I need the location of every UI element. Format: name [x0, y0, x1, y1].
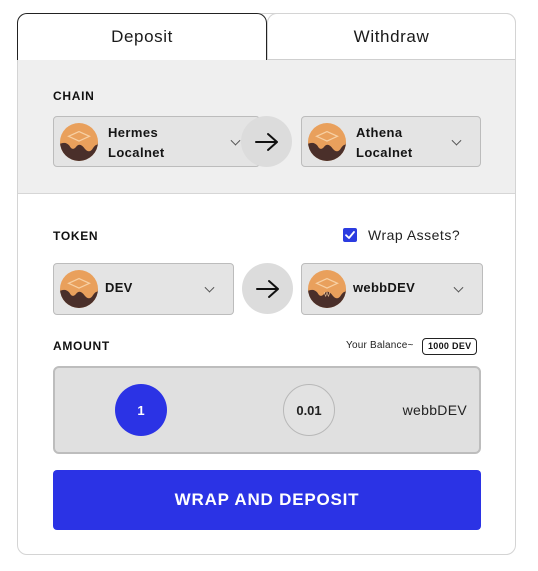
- token-swap-arrow: [242, 263, 293, 314]
- source-chain-line1: Hermes: [108, 125, 159, 140]
- destination-token-select[interactable]: W webbDEV: [301, 263, 483, 315]
- tab-deposit[interactable]: Deposit: [17, 13, 267, 60]
- amount-input[interactable]: 1 0.01 webbDEV: [53, 366, 481, 454]
- destination-token-name: webbDEV: [353, 280, 416, 295]
- source-token-select[interactable]: DEV: [53, 263, 234, 315]
- token-label: TOKEN: [53, 229, 99, 243]
- token-logo-icon: [60, 270, 98, 308]
- chevron-down-icon: [453, 282, 464, 293]
- wrap-assets-label: Wrap Assets?: [368, 227, 461, 243]
- destination-chain-line2: Localnet: [356, 145, 413, 160]
- wrap-and-deposit-button[interactable]: WRAP AND DEPOSIT: [53, 470, 481, 530]
- destination-chain-name: Athena Localnet: [356, 123, 413, 163]
- wrap-assets-checkbox[interactable]: [343, 228, 357, 242]
- tab-withdraw[interactable]: Withdraw: [267, 13, 516, 60]
- source-chain-name: Hermes Localnet: [108, 123, 165, 163]
- balance-badge: 1000 DEV: [422, 338, 478, 355]
- chain-logo-icon: [60, 123, 98, 161]
- destination-chain-select[interactable]: Athena Localnet: [301, 116, 481, 167]
- source-token-name: DEV: [105, 280, 133, 295]
- amount-token: webbDEV: [402, 402, 467, 418]
- destination-chain-line1: Athena: [356, 125, 403, 140]
- chain-section: CHAIN Hermes Localnet Athena Localnet: [18, 59, 515, 194]
- amount-label: AMOUNT: [53, 339, 110, 353]
- checkmark-icon: [345, 231, 355, 239]
- balance-label: Your Balance~: [346, 340, 414, 351]
- chain-logo-icon: [308, 123, 346, 161]
- chain-swap-arrow: [241, 116, 292, 167]
- amount-option-0-01[interactable]: 0.01: [283, 384, 335, 436]
- arrow-right-icon: [255, 279, 279, 298]
- chain-label: CHAIN: [53, 89, 95, 103]
- source-chain-line2: Localnet: [108, 145, 165, 160]
- arrow-right-icon: [254, 132, 278, 151]
- tab-withdraw-label: Withdraw: [353, 27, 430, 46]
- amount-option-1[interactable]: 1: [115, 384, 167, 436]
- chevron-down-icon: [451, 135, 462, 146]
- chevron-down-icon: [204, 282, 215, 293]
- svg-text:W: W: [324, 292, 331, 299]
- tab-deposit-label: Deposit: [111, 27, 173, 46]
- token-logo-icon: W: [308, 270, 346, 308]
- chevron-down-icon: [230, 135, 241, 146]
- source-chain-select[interactable]: Hermes Localnet: [53, 116, 260, 167]
